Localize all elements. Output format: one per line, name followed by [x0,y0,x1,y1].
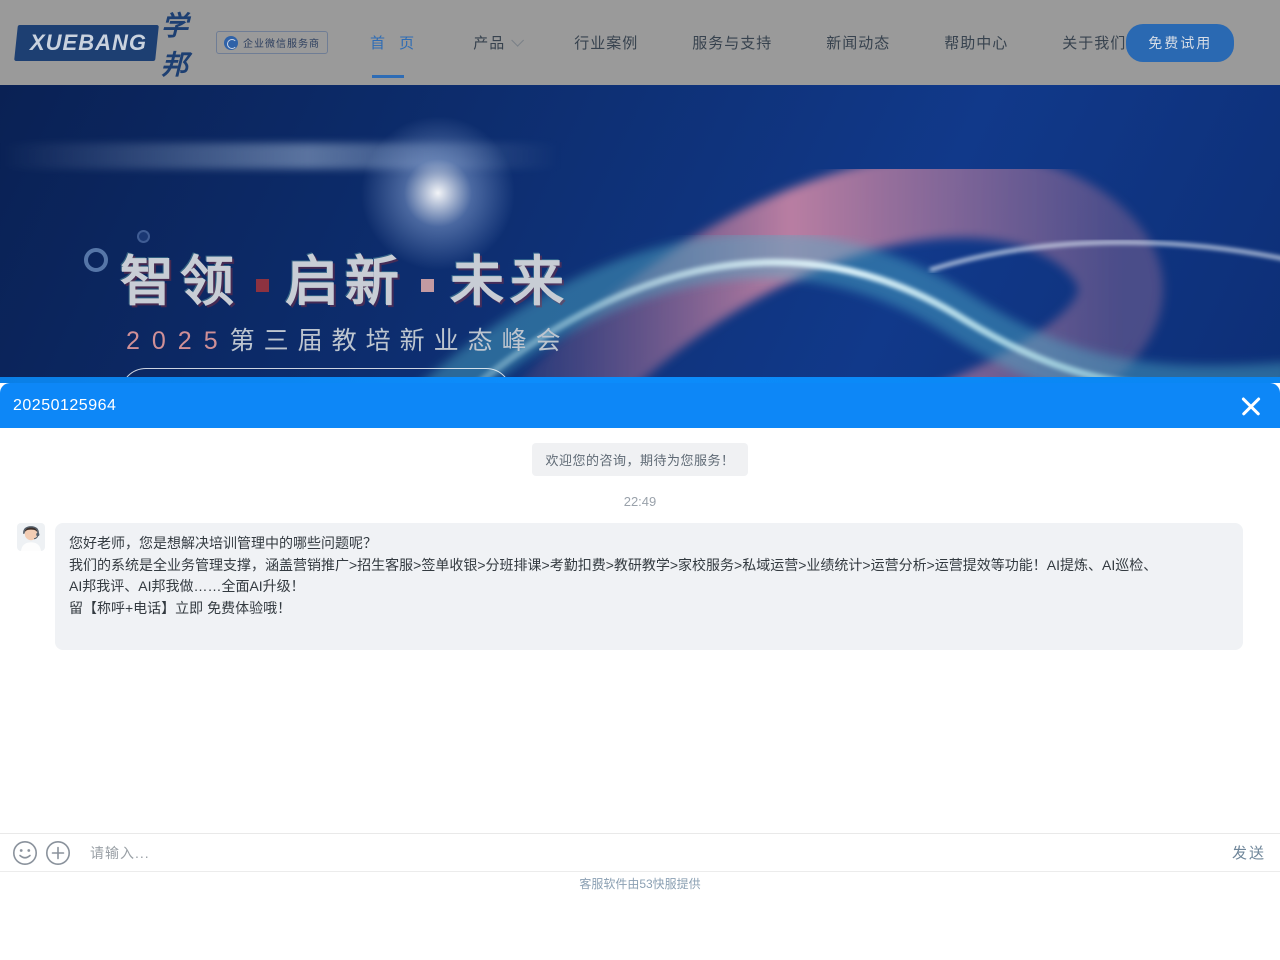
message-timestamp: 22:49 [0,494,1280,509]
attachment-plus-icon[interactable] [45,840,71,866]
close-icon[interactable] [1240,395,1262,417]
chevron-down-icon [511,34,524,47]
chat-input-bar: 发送 [0,833,1280,871]
title-separator-icon [256,279,269,292]
message-line: 留【称呼+电话】立即 免费体验哦！ [69,598,1229,620]
hero-banner: 智领启新未来 2025第三届教培新业态峰会 [0,85,1280,383]
message-line: AI邦我评、AI邦我做……全面AI升级！ [69,576,1229,598]
main-nav: 首 页 产品 行业案例 服务与支持 新闻动态 帮助中心 关于我们 [370,0,1126,85]
message-line: 您好老师，您是想解决培训管理中的哪些问题呢？ [69,533,1229,555]
ring-decoration [84,248,108,272]
title-separator-icon [421,279,434,292]
nav-item-about[interactable]: 关于我们 [1062,0,1126,85]
logo[interactable]: XUEBANG 学邦 [16,4,190,82]
agent-message-row: 您好老师，您是想解决培训管理中的哪些问题呢？ 我们的系统是全业务管理支撑，涵盖营… [17,523,1243,650]
nav-item-cases[interactable]: 行业案例 [574,0,638,85]
banner-subtitle-text: 第三届教培新业态峰会 [230,327,570,355]
chat-provider-note: 客服软件由53快服提供 [0,871,1280,897]
agent-message-bubble: 您好老师，您是想解决培训管理中的哪些问题呢？ 我们的系统是全业务管理支撑，涵盖营… [55,523,1243,650]
send-button[interactable]: 发送 [1232,842,1266,863]
chat-header: 20250125964 [0,383,1280,428]
message-line: 我们的系统是全业务管理支撑，涵盖营销推广>招生客服>签单收银>分班排课>考勤扣费… [69,555,1229,577]
banner-title-part2: 启新 [285,252,405,312]
banner-title-part3: 未来 [450,252,570,312]
banner-subtitle: 2025第三届教培新业态峰会 [126,321,570,357]
chat-session-id: 20250125964 [13,397,116,415]
chat-message-input[interactable] [90,845,1232,861]
nav-item-home[interactable]: 首 页 [370,0,419,85]
banner-subtitle-year: 2025 [126,327,230,355]
wecom-service-badge: 企业微信服务商 [216,31,328,54]
nav-item-products-label: 产品 [473,32,505,53]
wecom-icon [224,36,238,50]
agent-avatar [17,523,45,551]
nav-item-news[interactable]: 新闻动态 [826,0,890,85]
banner-title: 智领启新未来 [120,237,570,316]
nav-item-products[interactable]: 产品 [473,0,520,85]
nav-item-support[interactable]: 服务与支持 [692,0,772,85]
logo-cn-text: 学邦 [161,4,190,82]
chat-widget: 20250125964 欢迎您的咨询，期待为您服务！ 22:49 [0,383,1280,960]
free-trial-button[interactable]: 免费试用 [1126,24,1234,62]
banner-title-part1: 智领 [120,252,240,312]
welcome-message: 欢迎您的咨询，期待为您服务！ [532,443,747,476]
page: XUEBANG 学邦 企业微信服务商 首 页 产品 行业案例 服务与支持 新闻动… [0,0,1280,960]
logo-en-text: XUEBANG [30,30,147,56]
agent-avatar-image [17,523,45,551]
logo-en-box: XUEBANG [14,25,159,61]
nav-item-help[interactable]: 帮助中心 [944,0,1008,85]
wecom-badge-label: 企业微信服务商 [243,35,320,50]
emoji-icon[interactable] [12,840,38,866]
chat-body: 欢迎您的咨询，期待为您服务！ 22:49 您好老师，您是想 [0,428,1280,897]
site-header: XUEBANG 学邦 企业微信服务商 首 页 产品 行业案例 服务与支持 新闻动… [0,0,1280,85]
